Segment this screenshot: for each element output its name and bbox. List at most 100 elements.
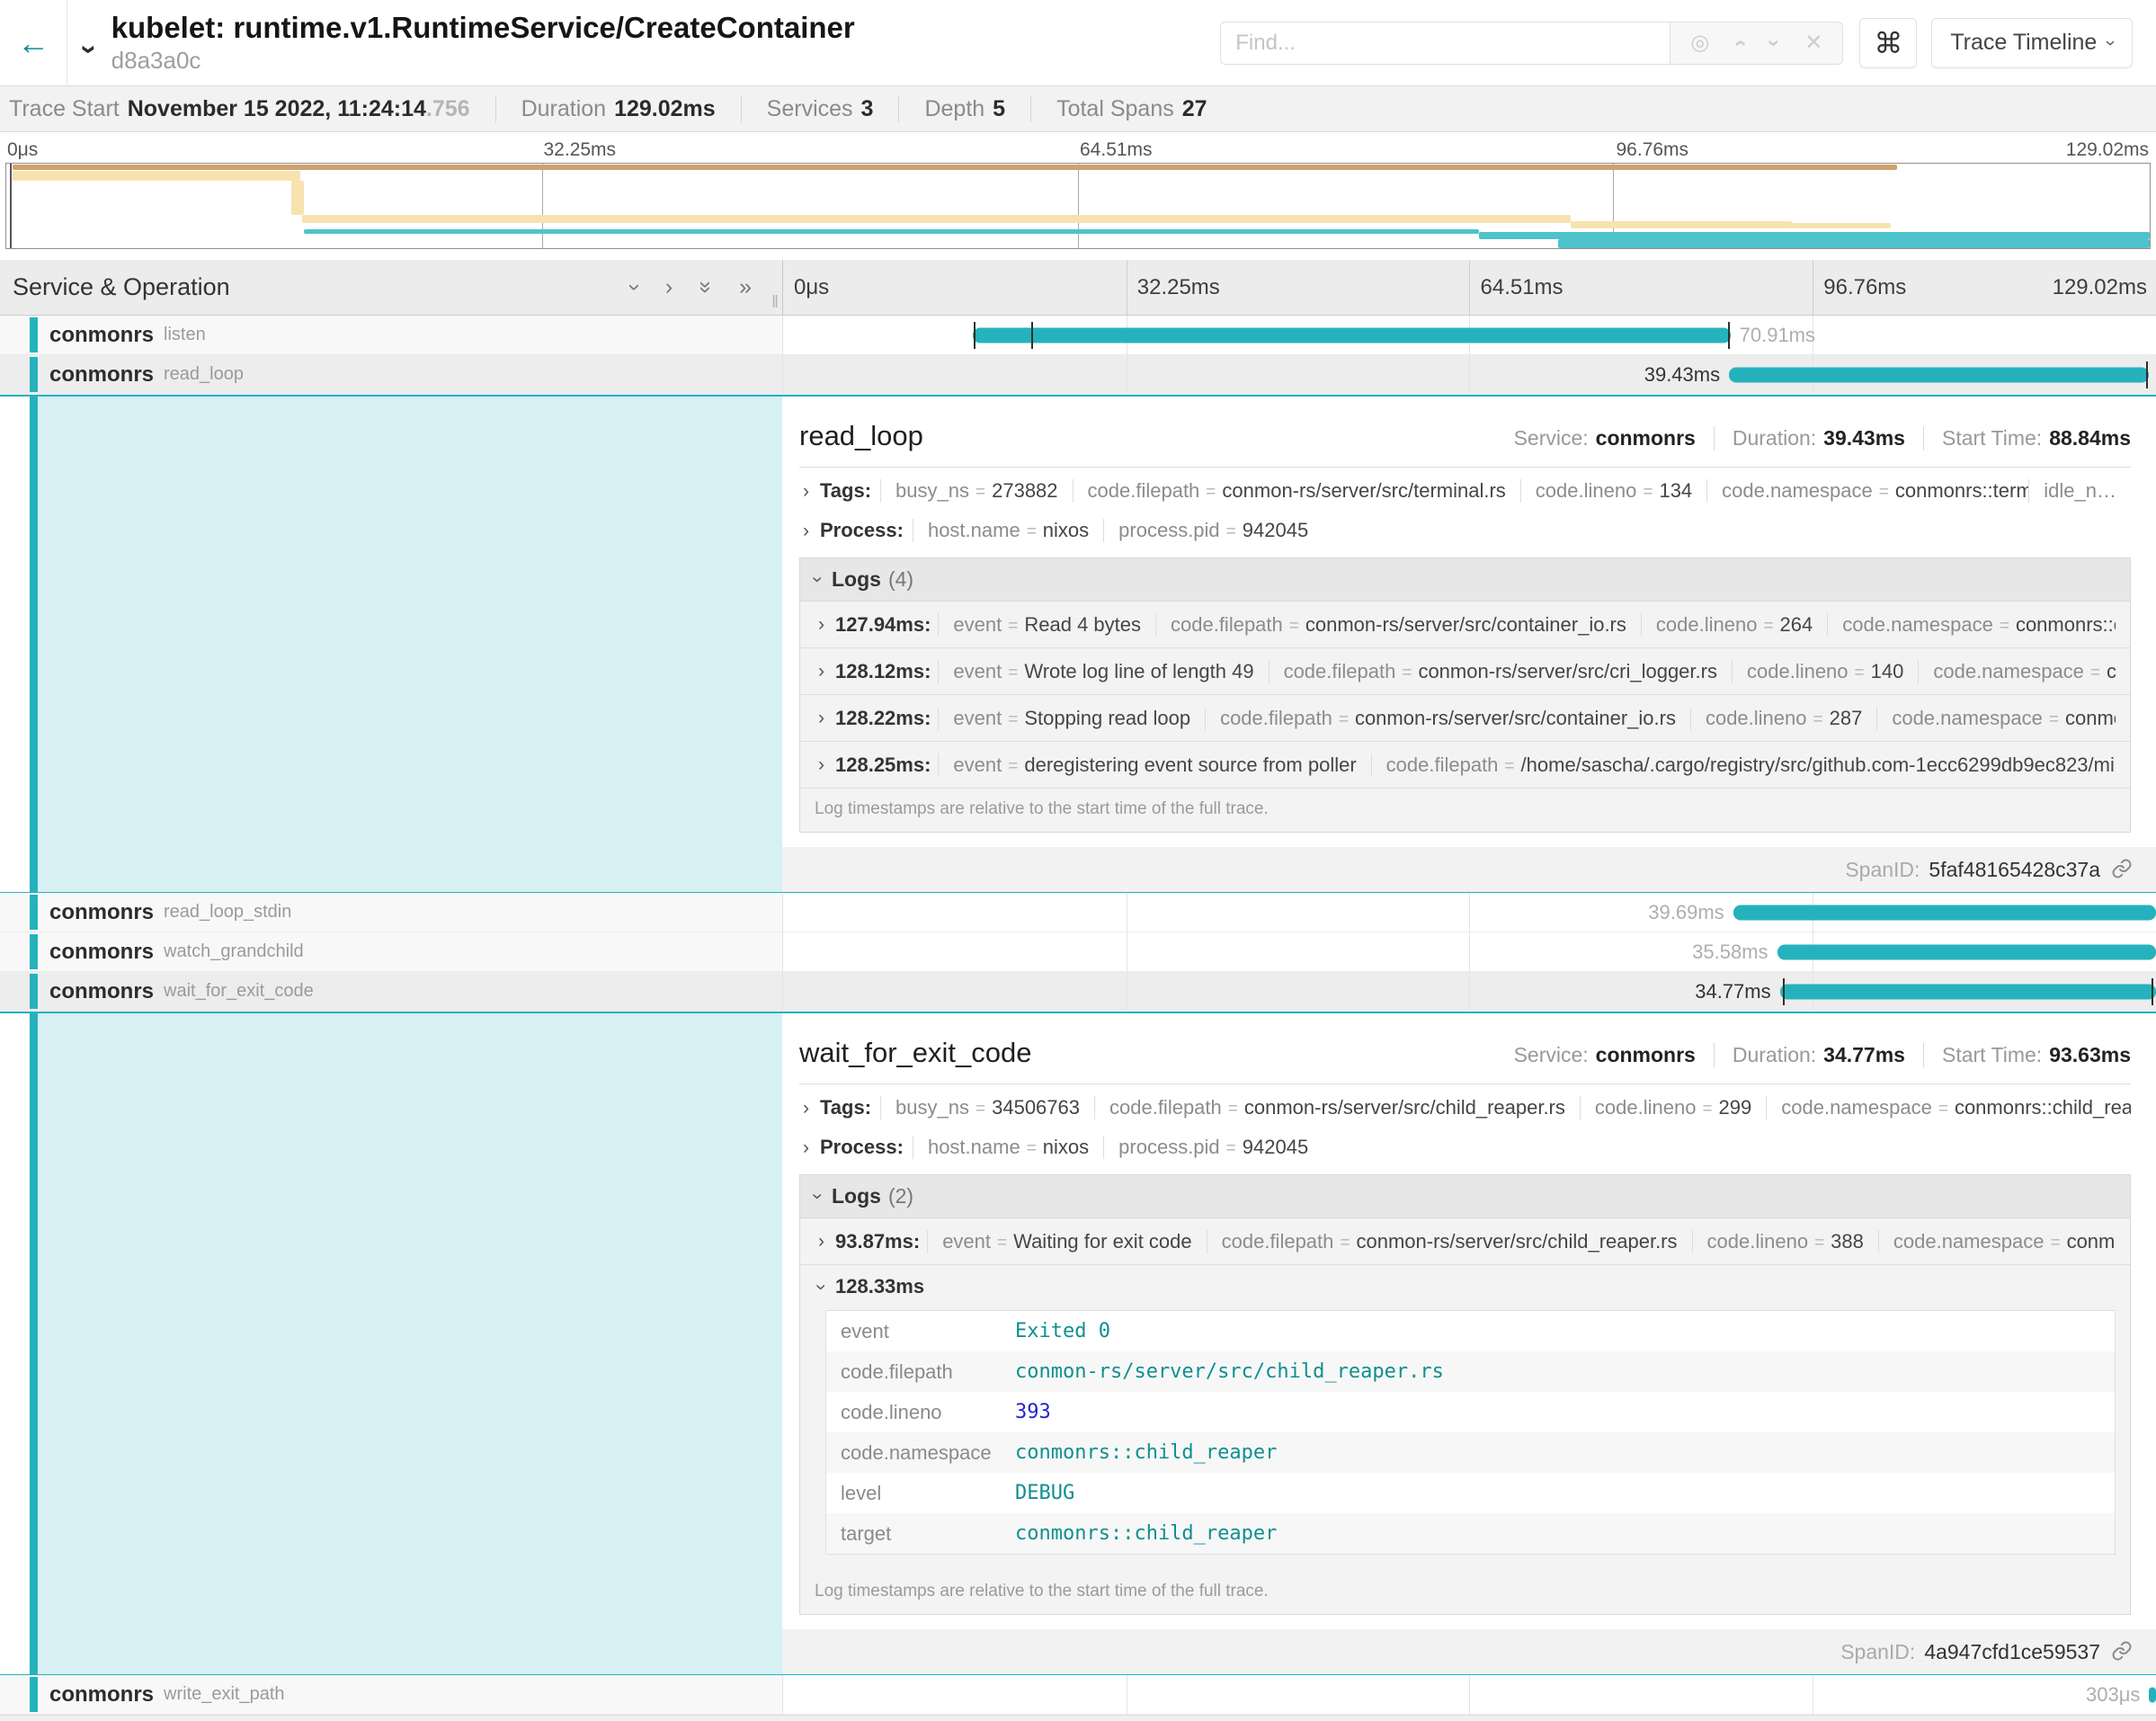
deep-link-icon[interactable] bbox=[2111, 1640, 2133, 1667]
minimap-span-bar bbox=[1558, 239, 2150, 248]
process-row[interactable]: › Process: host.name=nixos process.pid=9… bbox=[799, 511, 2131, 550]
chevron-right-icon: › bbox=[803, 482, 809, 501]
minimap-tick-label: 32.25ms bbox=[542, 139, 1079, 161]
tag-item: code.filepath=conmon-rs/server/src/termi… bbox=[1073, 479, 1520, 503]
span-id-value: 5faf48165428c37a bbox=[1929, 858, 2100, 882]
minimap-span-bar bbox=[1571, 221, 1792, 228]
log-field: code.namespace=conmon… bbox=[1876, 707, 2116, 730]
clear-search-icon[interactable]: ✕ bbox=[1804, 30, 1822, 56]
log-field: event=Wrote log line of length 49 bbox=[938, 660, 1268, 683]
span-meta-item: Service:conmonrs bbox=[1514, 1043, 1696, 1067]
service-name: conmonrs bbox=[49, 900, 154, 925]
column-resize-handle[interactable]: ‖ bbox=[771, 293, 779, 313]
log-marker-tick bbox=[1728, 322, 1730, 349]
log-entry[interactable]: › 128.22ms: event=Stopping read loopcode… bbox=[800, 695, 2130, 742]
timeline-tick-label: 64.51ms bbox=[1470, 275, 1813, 300]
next-row-partial bbox=[0, 1715, 2156, 1721]
tags-row[interactable]: › Tags: busy_ns=34506763 code.filepath=c… bbox=[799, 1088, 2131, 1128]
chevron-right-icon: › bbox=[803, 1099, 809, 1118]
span-duration-bar[interactable] bbox=[973, 327, 1731, 343]
minimap-span-bar bbox=[291, 181, 304, 215]
minimap-tick-row: 0μs32.25ms64.51ms96.76ms129.02ms bbox=[5, 138, 2151, 163]
tags-row[interactable]: › Tags: busy_ns=273882 code.filepath=con… bbox=[799, 471, 2131, 511]
minimap-scrubber-handle[interactable] bbox=[10, 164, 12, 248]
log-marker-tick bbox=[2152, 978, 2153, 1005]
span-duration-bar[interactable] bbox=[2149, 1687, 2156, 1702]
trace-stats-bar: Trace StartNovember 15 2022, 11:24:14.75… bbox=[0, 85, 2156, 132]
span-name-cell[interactable]: conmonrs write_exit_path bbox=[0, 1675, 782, 1715]
stat-item: Depth5 bbox=[898, 96, 1005, 122]
minimap-span-bar bbox=[13, 171, 299, 181]
log-field-row: level DEBUG bbox=[826, 1473, 2115, 1513]
span-bar-cell[interactable]: 70.91ms bbox=[782, 316, 2156, 355]
span-bar-cell[interactable]: 39.43ms bbox=[782, 355, 2156, 395]
span-bar-cell[interactable]: 303μs bbox=[782, 1675, 2156, 1715]
log-entry[interactable]: › 93.87ms: event=Waiting for exit codeco… bbox=[800, 1218, 2130, 1265]
span-duration-bar[interactable] bbox=[1777, 944, 2156, 959]
log-marker-tick bbox=[1783, 978, 1785, 1005]
keyboard-shortcuts-button[interactable]: ⌘ bbox=[1859, 18, 1917, 68]
log-entry[interactable]: › 127.94ms: event=Read 4 bytescode.filep… bbox=[800, 602, 2130, 648]
logs-footnote: Log timestamps are relative to the start… bbox=[800, 789, 2130, 832]
operation-name: wait_for_exit_code bbox=[164, 981, 314, 1002]
collapse-all-icon[interactable]: » bbox=[695, 281, 717, 294]
span-bar-cell[interactable]: 34.77ms bbox=[782, 972, 2156, 1012]
view-selector-button[interactable]: Trace Timeline › bbox=[1931, 18, 2133, 68]
span-name-cell[interactable]: conmonrs wait_for_exit_code bbox=[0, 972, 782, 1012]
find-input[interactable] bbox=[1220, 22, 1670, 65]
chevron-right-icon: › bbox=[818, 615, 824, 634]
log-field-row: code.filepath conmon-rs/server/src/child… bbox=[826, 1351, 2115, 1392]
span-duration-bar[interactable] bbox=[1733, 905, 2156, 920]
span-row-read-loop[interactable]: conmonrs read_loop 39.43ms bbox=[0, 355, 2156, 395]
expand-one-icon[interactable]: › bbox=[665, 274, 673, 300]
log-field: event=Stopping read loop bbox=[938, 707, 1205, 730]
minimap-tick-label: 129.02ms bbox=[2064, 139, 2149, 161]
logs-header[interactable]: › Logs (4) bbox=[800, 558, 2130, 602]
span-color-stripe bbox=[30, 895, 38, 930]
prev-result-icon[interactable]: › bbox=[1729, 40, 1751, 47]
log-entry[interactable]: › 128.12ms: event=Wrote log line of leng… bbox=[800, 648, 2130, 695]
chevron-down-icon: › bbox=[808, 1193, 827, 1199]
service-operation-title: Service & Operation bbox=[13, 273, 230, 301]
span-name-cell[interactable]: conmonrs read_loop bbox=[0, 355, 782, 395]
back-button[interactable]: ← bbox=[0, 0, 67, 85]
span-row-read-loop-stdin[interactable]: conmonrs read_loop_stdin 39.69ms bbox=[0, 893, 2156, 932]
span-duration-label: 39.43ms bbox=[1644, 363, 1729, 387]
detail-accent-column bbox=[0, 1013, 782, 1674]
match-target-icon[interactable]: ◎ bbox=[1690, 30, 1709, 56]
tag-item: code.lineno=134 bbox=[1520, 479, 1706, 503]
span-row-watch-grandchild[interactable]: conmonrs watch_grandchild 35.58ms bbox=[0, 932, 2156, 972]
detail-accent-fill bbox=[38, 397, 782, 892]
span-detail-wait-for-exit-code: wait_for_exit_code Service:conmonrs Dura… bbox=[0, 1012, 2156, 1675]
timeline-ticks-header: 0μs32.25ms64.51ms96.76ms129.02ms bbox=[782, 260, 2156, 315]
span-duration-label: 303μs bbox=[2086, 1683, 2149, 1707]
next-result-icon[interactable]: › bbox=[1763, 40, 1785, 47]
logs-header[interactable]: › Logs (2) bbox=[800, 1175, 2130, 1218]
collapse-one-icon[interactable]: › bbox=[623, 283, 646, 290]
operation-name: listen bbox=[164, 325, 206, 345]
span-name-cell[interactable]: conmonrs watch_grandchild bbox=[0, 932, 782, 972]
span-row-wait-for-exit-code[interactable]: conmonrs wait_for_exit_code 34.77ms bbox=[0, 972, 2156, 1012]
log-field: code.namespace=conmon… bbox=[1878, 1230, 2116, 1253]
log-entry-expanded[interactable]: › 128.33ms bbox=[800, 1265, 2130, 1308]
minimap-tick-label: 0μs bbox=[5, 139, 542, 161]
process-row[interactable]: › Process: host.name=nixos process.pid=9… bbox=[799, 1128, 2131, 1167]
span-name-cell[interactable]: conmonrs listen bbox=[0, 316, 782, 355]
timeline-tick-label: 129.02ms bbox=[2053, 275, 2147, 300]
log-entry[interactable]: › 128.25ms: event=deregistering event so… bbox=[800, 742, 2130, 789]
span-bar-cell[interactable]: 39.69ms bbox=[782, 893, 2156, 932]
chevron-right-icon: › bbox=[803, 1138, 809, 1157]
span-row-listen[interactable]: conmonrs listen 70.91ms bbox=[0, 316, 2156, 355]
trace-header-collapse-toggle[interactable]: › bbox=[85, 35, 95, 64]
expand-all-icon[interactable]: » bbox=[739, 274, 752, 300]
deep-link-icon[interactable] bbox=[2111, 858, 2133, 885]
minimap-canvas[interactable] bbox=[5, 163, 2151, 249]
find-group: ◎ › › ✕ bbox=[1220, 22, 1843, 65]
span-row-write-exit-path[interactable]: conmonrs write_exit_path 303μs bbox=[0, 1675, 2156, 1715]
span-name-cell[interactable]: conmonrs read_loop_stdin bbox=[0, 893, 782, 932]
span-duration-bar[interactable] bbox=[1729, 367, 2149, 382]
span-bar-cell[interactable]: 35.58ms bbox=[782, 932, 2156, 972]
span-duration-bar[interactable] bbox=[1780, 984, 2156, 999]
chevron-down-icon: › bbox=[808, 576, 827, 583]
detail-accent-fill bbox=[38, 1013, 782, 1674]
